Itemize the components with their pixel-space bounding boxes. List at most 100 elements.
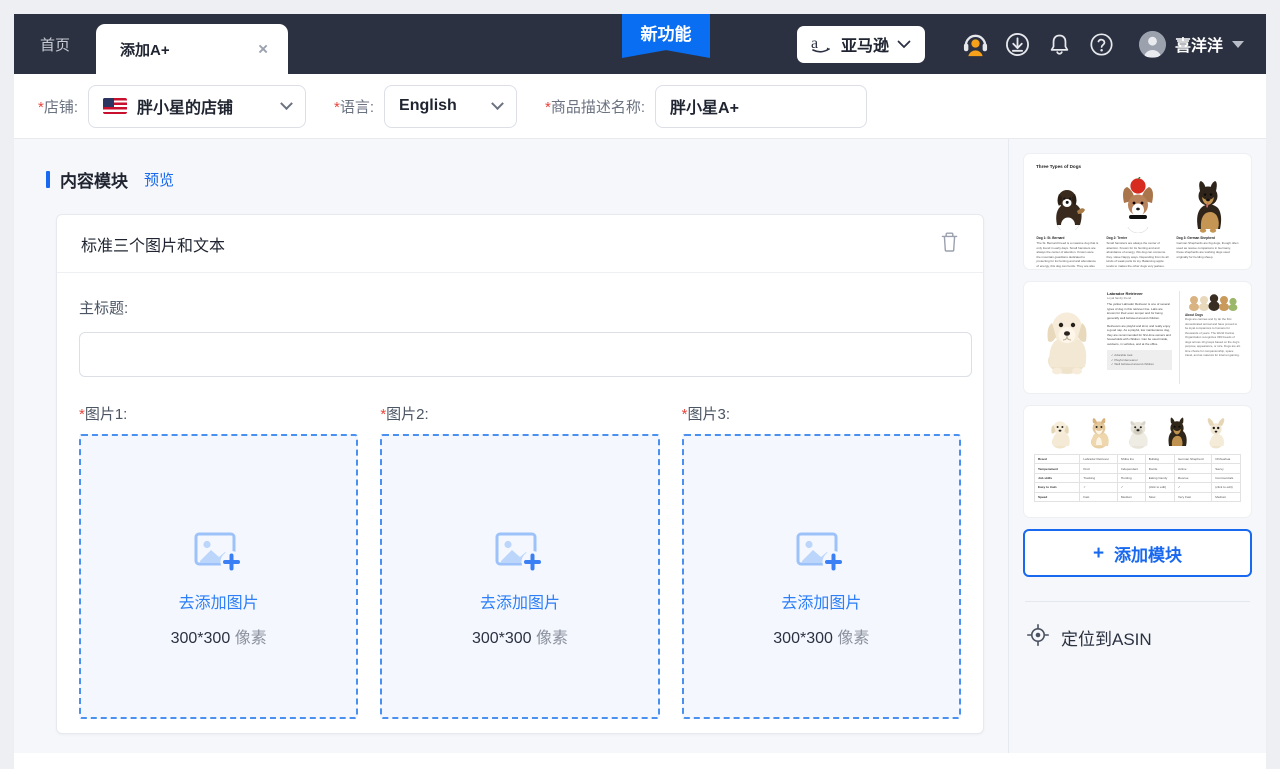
chevron-down-icon (280, 96, 293, 110)
image-3-dropzone[interactable]: 去添加图片 300*300 像素 (681, 434, 961, 719)
locate-asin-button[interactable]: 定位到ASIN (1023, 602, 1252, 651)
template-sidebar: Three Types of Dogs Dog 1: St. Bernard T… (1009, 139, 1266, 753)
new-feature-badge: 新功能 (622, 14, 710, 58)
add-module-label: 添加模块 (1114, 545, 1183, 565)
tab-add-aplus[interactable]: 添加A+ × (96, 24, 289, 74)
image-1-size: 300*300 像素 (170, 630, 267, 647)
platform-name: 亚马逊 (840, 38, 889, 55)
user-menu[interactable]: 喜洋洋 (1138, 30, 1244, 58)
table-row: Easy to train ✓ ✓ (click to edit) ✓ (cli… (1033, 482, 1241, 493)
tab-bar: 首页 添加A+ × (14, 14, 289, 74)
us-flag-icon (103, 98, 128, 114)
tab-home[interactable]: 首页 (14, 14, 96, 74)
image-3-label: *图片3: (681, 406, 731, 423)
three-types-of-dogs-template[interactable]: Three Types of Dogs Dog 1: St. Bernard T… (1023, 153, 1252, 270)
table-cell: Commercials (1211, 472, 1241, 484)
dog-group-photo (1185, 291, 1241, 311)
download-icon[interactable] (997, 23, 1039, 65)
table-cell: ✓ (1079, 482, 1118, 493)
comparison-table: Breed Labrador Retriever Shiba Inu Bulld… (1033, 453, 1241, 502)
new-feature-badge-label: 新功能 (640, 25, 692, 44)
chevron-down-icon (1232, 40, 1244, 48)
module-body: 主标题: *图片1: 去添加图片 300*300 像素 *图片2: 去添加图片 … (57, 273, 983, 719)
section-accent-bar (46, 171, 50, 188)
user-avatar-icon (1138, 30, 1166, 58)
table-cell: Chihuahua (1211, 453, 1241, 465)
amazon-logo-icon: a (811, 35, 830, 53)
template-2-subheading: Loyal family friend (1107, 296, 1132, 300)
help-circle-icon[interactable] (1081, 23, 1123, 65)
dog-photo (1037, 171, 1099, 233)
plus-icon: + (1092, 542, 1105, 564)
table-cell: Kind (1079, 463, 1118, 474)
template-2-paragraph: Retrievers are playful and kind, and rea… (1107, 323, 1171, 347)
language-select[interactable]: English (384, 84, 518, 128)
table-cell: Labrador Retriever (1079, 453, 1118, 465)
svg-text:a: a (811, 35, 818, 52)
customer-service-icon[interactable] (955, 23, 997, 65)
dog-photo (1201, 417, 1231, 449)
description-name-input[interactable]: 胖小星A+ (655, 84, 868, 128)
image-2-dropzone[interactable]: 去添加图片 300*300 像素 (380, 434, 660, 719)
description-name-label: *商品描述名称: (545, 98, 646, 116)
row-header: Job skills (1033, 472, 1081, 484)
table-cell: Very Fast (1174, 491, 1213, 502)
module-title: 标准三个图片和文本 (81, 237, 226, 255)
close-icon[interactable]: × (258, 41, 268, 58)
template-1-body: The St. Bernard breed is a massive dog t… (1036, 241, 1099, 270)
main-panel: 内容模块 预览 标准三个图片和文本 主标题: *图片1: 去添加图片 300*3… (14, 139, 1009, 753)
image-slot-2: *图片2: 去添加图片 300*300 像素 (380, 403, 660, 719)
chevron-down-icon (491, 96, 504, 110)
template-2-paragraph: The yellow Labrador Retriever is one of … (1107, 302, 1170, 320)
template-1-cell: Dog 3: German Shepherd German Shepherds … (1176, 171, 1239, 269)
table-cell: Rescue (1174, 472, 1213, 484)
shop-select[interactable]: 胖小星的店铺 (88, 84, 307, 128)
shop-select-value: 胖小星的店铺 (137, 100, 234, 117)
image-2-size: 300*300 像素 (471, 630, 569, 647)
row-header: Breed (1033, 453, 1081, 465)
shop-label: *店铺: (38, 98, 79, 116)
section-header: 内容模块 预览 (14, 139, 1008, 192)
top-header: 首页 添加A+ × 新功能 a 亚马逊 喜洋洋 (14, 14, 1266, 74)
labrador-retriever-template[interactable]: Labrador Retriever Loyal family friend T… (1023, 281, 1252, 394)
table-cell: (click to edit) (1211, 482, 1241, 493)
template-1-cell: Dog 1: St. Bernard The St. Bernard breed… (1036, 171, 1099, 270)
row-header: Speed (1033, 491, 1081, 502)
template-1-body: Small hamsters are always the center of … (1106, 241, 1169, 268)
language-select-value: English (399, 97, 457, 114)
table-row: Temperament Kind Independent Docile Acti… (1033, 463, 1241, 474)
image-slot-1: *图片1: 去添加图片 300*300 像素 (79, 403, 359, 719)
template-2-checklist: ✓ Adorable look ✓ Playful demeanor ✓ Wel… (1107, 349, 1172, 371)
tab-home-label: 首页 (40, 36, 71, 54)
notification-bell-icon[interactable] (1039, 23, 1081, 65)
add-image-icon (194, 532, 243, 573)
module-header: 标准三个图片和文本 (57, 215, 983, 273)
main-title-input[interactable] (79, 332, 972, 377)
add-image-icon (796, 532, 845, 573)
image-2-label: *图片2: (380, 406, 429, 423)
platform-selector[interactable]: a 亚马逊 (796, 25, 925, 63)
template-1-title: Three Types of Dogs (1036, 164, 1082, 169)
table-cell: ✓ (1174, 482, 1213, 493)
page-body: 内容模块 预览 标准三个图片和文本 主标题: *图片1: 去添加图片 300*3… (14, 139, 1266, 753)
table-cell: Slow (1144, 491, 1176, 502)
trash-icon[interactable] (940, 231, 959, 257)
table-cell: Shiba Inu (1116, 453, 1146, 465)
target-icon (1027, 624, 1049, 651)
add-image-icon (495, 532, 544, 573)
tab-add-aplus-label: 添加A+ (120, 41, 170, 59)
dog-photo (1107, 171, 1169, 233)
preview-link[interactable]: 预览 (144, 169, 174, 190)
table-cell: Independent (1116, 463, 1146, 474)
table-row: Breed Labrador Retriever Shiba Inu Bulld… (1033, 453, 1241, 465)
template-1-cell: Dog 2: Terrier Small hamsters are always… (1106, 171, 1169, 269)
table-cell: (click to edit) (1144, 482, 1176, 493)
template-2-sidebar: About Dogs Dogs are canines and by far t… (1179, 291, 1241, 384)
dog-photo (1084, 417, 1114, 449)
page-title: 内容模块 (60, 172, 128, 191)
template-1-caption: Dog 2: Terrier (1106, 236, 1128, 240)
template-1-caption: Dog 3: German Shepherd (1176, 236, 1215, 240)
dog-comparison-table-template[interactable]: Breed Labrador Retriever Shiba Inu Bulld… (1023, 405, 1252, 518)
add-module-button[interactable]: + 添加模块 (1023, 529, 1252, 577)
image-1-dropzone[interactable]: 去添加图片 300*300 像素 (79, 434, 359, 719)
